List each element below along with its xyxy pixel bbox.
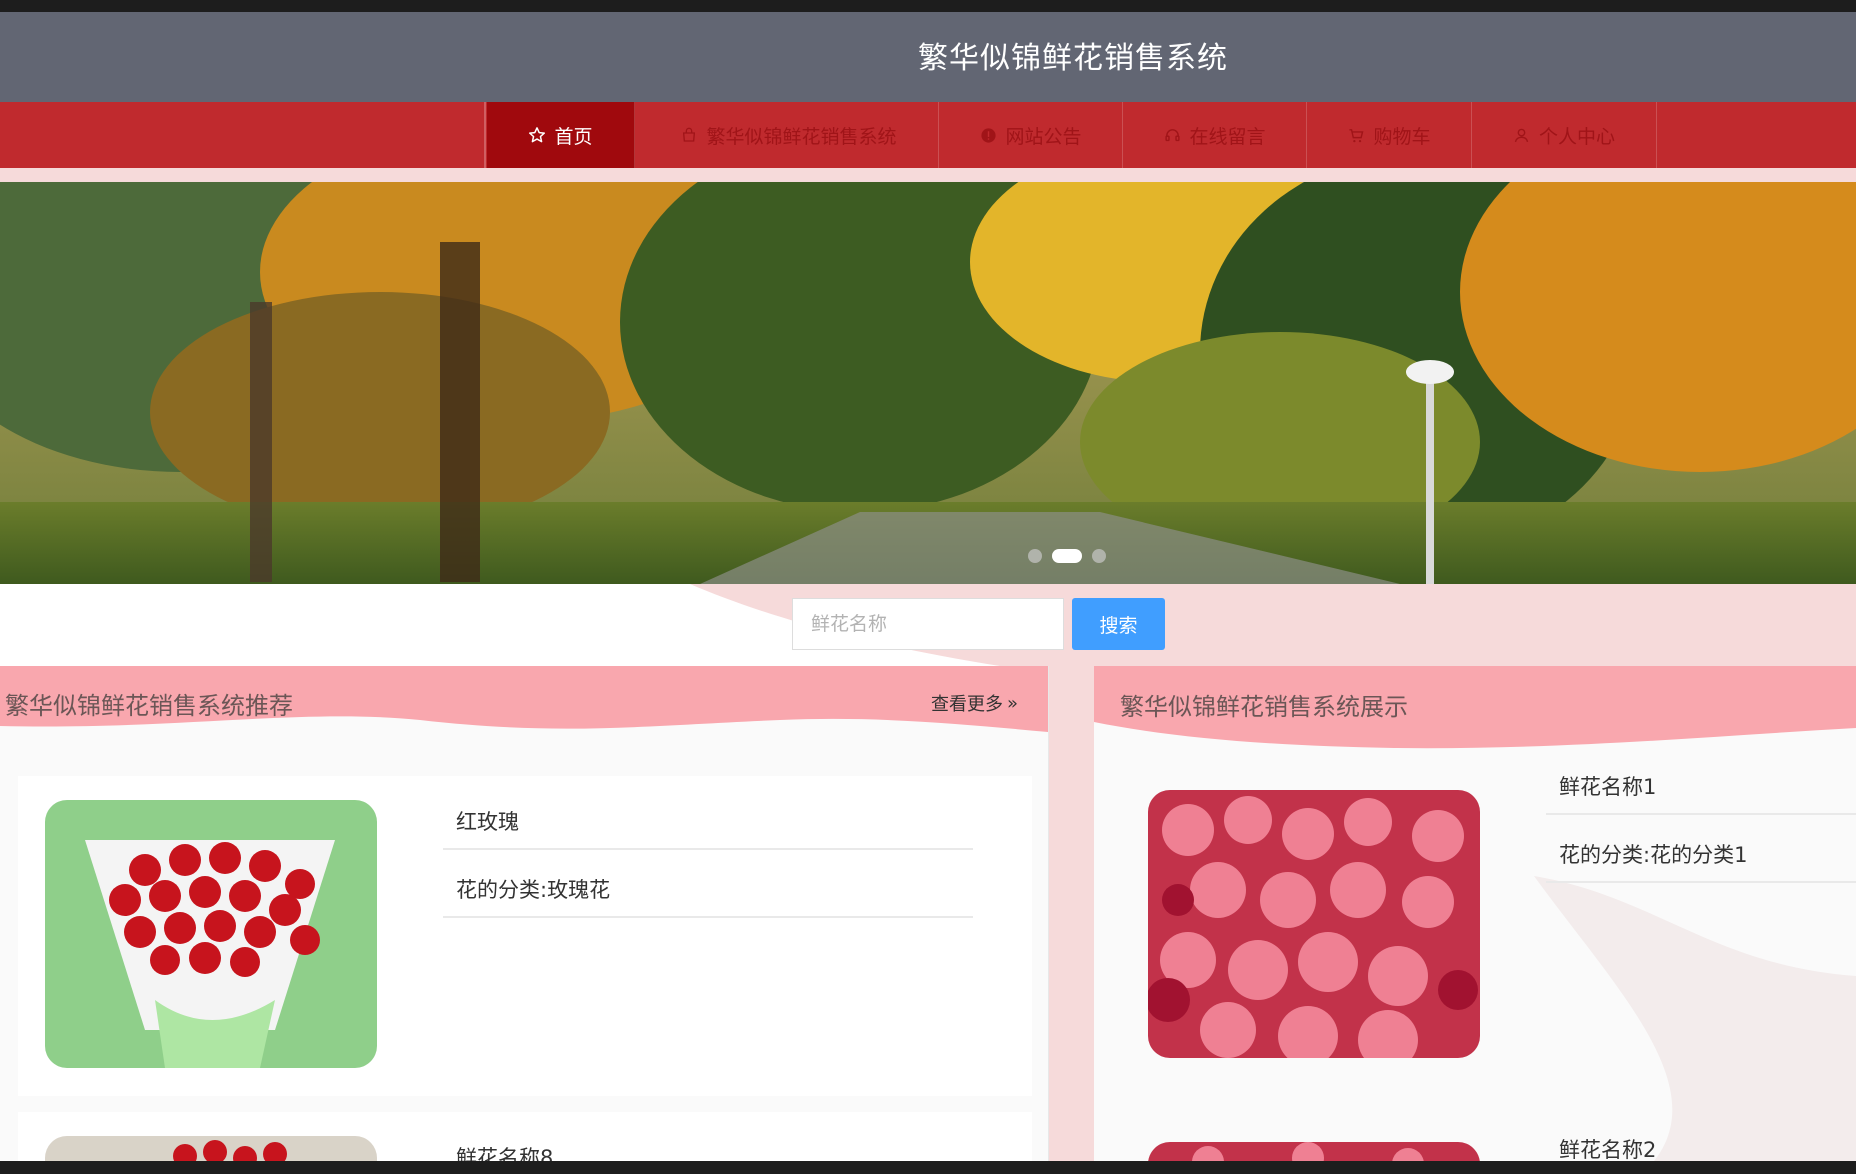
view-more-link[interactable]: 查看更多 » (931, 690, 1018, 716)
user-icon (1513, 126, 1531, 144)
star-icon (528, 126, 546, 144)
showcase-card[interactable]: 鲜花名称2 (1120, 1112, 1856, 1161)
nav-item-label: 首页 (554, 125, 593, 148)
search-input[interactable] (792, 598, 1064, 650)
banner-image (0, 182, 1856, 584)
flower-image[interactable] (1148, 790, 1480, 1058)
recommend-title: 繁华似锦鲜花销售系统推荐 (5, 692, 293, 720)
headset-icon (1163, 126, 1181, 144)
flower-name[interactable]: 鲜花名称8 (443, 1130, 973, 1161)
nav-item-label: 购物车 (1373, 125, 1431, 148)
flower-category: 花的分类:花的分类1 (1546, 827, 1856, 883)
banner-carousel[interactable] (0, 182, 1856, 584)
carousel-dot[interactable] (1028, 549, 1042, 563)
nav-item-label: 个人中心 (1538, 125, 1615, 148)
recommend-card[interactable]: 红玫瑰 花的分类:玫瑰花 (18, 776, 1032, 1096)
nav-item-label: 网站公告 (1005, 125, 1082, 148)
nav-item-profile[interactable]: 个人中心 (1472, 102, 1657, 168)
site-title: 繁华似锦鲜花销售系统 (918, 41, 1228, 76)
flower-image[interactable] (45, 800, 377, 1068)
flower-name[interactable]: 鲜花名称2 (1546, 1122, 1856, 1161)
cart-icon (1347, 126, 1365, 144)
nav-item-home[interactable]: 首页 (487, 102, 635, 168)
showcase-panel: 繁华似锦鲜花销售系统展示 鲜花名称1 花的分类:花的分类1 鲜花名称2 (1094, 666, 1856, 1161)
window-top-strip (0, 0, 1856, 12)
view-more-label: 查看更多 (930, 694, 1003, 715)
site-header: 繁华似锦鲜花销售系统 (0, 12, 1856, 102)
nav-divider (484, 102, 486, 168)
nav-item-messages[interactable]: 在线留言 (1123, 102, 1307, 168)
recommend-panel: 繁华似锦鲜花销售系统推荐 查看更多 » 红玫瑰 花的分类:玫瑰花 鲜花名称8 (0, 666, 1049, 1161)
window-bottom-strip (0, 1161, 1856, 1174)
double-chevron-right-icon: » (1006, 692, 1018, 714)
recommend-card[interactable]: 鲜花名称8 (18, 1112, 1032, 1161)
carousel-indicators (1028, 549, 1106, 563)
flower-category: 花的分类:玫瑰花 (443, 862, 973, 918)
showcase-title: 繁华似锦鲜花销售系统展示 (1120, 693, 1408, 721)
info-icon (979, 126, 997, 144)
carousel-dot[interactable] (1092, 549, 1106, 563)
nav-item-cart[interactable]: 购物车 (1307, 102, 1472, 168)
search-area: 搜索 (0, 584, 1856, 666)
search-button[interactable]: 搜索 (1072, 598, 1165, 650)
bag-icon (680, 126, 698, 144)
nav-item-label: 在线留言 (1189, 125, 1266, 148)
nav-item-announcements[interactable]: 网站公告 (939, 102, 1123, 168)
nav-item-flowers[interactable]: 繁华似锦鲜花销售系统 (639, 102, 939, 168)
flower-name[interactable]: 红玫瑰 (443, 794, 973, 850)
carousel-dot-active[interactable] (1052, 549, 1082, 563)
flower-image[interactable] (1148, 1142, 1480, 1161)
flower-image[interactable] (45, 1136, 377, 1161)
nav-item-label: 繁华似锦鲜花销售系统 (706, 125, 897, 148)
recommend-header-background (0, 666, 1048, 732)
main-nav: 首页 繁华似锦鲜花销售系统 网站公告 在线留言 购物车 个人中心 (0, 102, 1856, 168)
flower-name[interactable]: 鲜花名称1 (1546, 759, 1856, 815)
